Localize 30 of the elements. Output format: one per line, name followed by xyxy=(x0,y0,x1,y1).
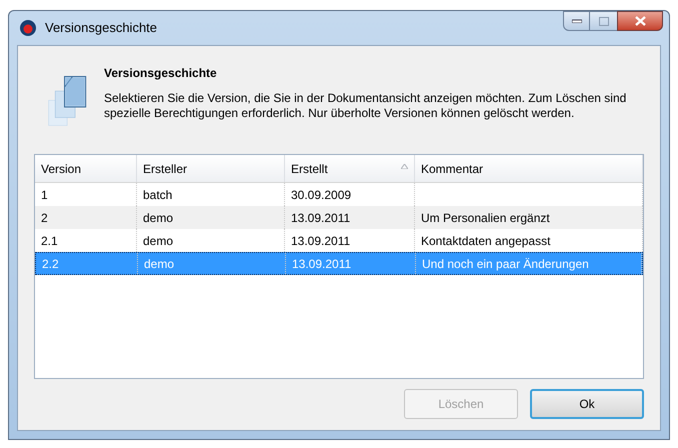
column-header[interactable]: Erstellt xyxy=(285,155,415,182)
minimize-icon xyxy=(572,19,582,23)
table-cell-text: demo xyxy=(143,210,174,226)
column-header[interactable]: Version xyxy=(35,155,137,182)
header-title: Versionsgeschichte xyxy=(104,65,218,82)
table-cell-text: 1 xyxy=(41,186,48,204)
table-cell-text: 2 xyxy=(41,210,48,226)
table-row[interactable]: 2 demo 13.09.2011 Um Personalien ergänzt xyxy=(35,206,643,229)
table-cell-text: Und noch ein paar Änderungen xyxy=(422,256,589,272)
close-button[interactable] xyxy=(617,11,663,31)
ok-button[interactable]: Ok xyxy=(530,389,644,419)
table-cell-text: demo xyxy=(143,232,174,250)
table-cell-text: 13.09.2011 xyxy=(291,210,350,226)
table-cell-text: batch xyxy=(143,186,172,204)
table-cell-text: 2.1 xyxy=(41,232,58,250)
app-icon xyxy=(19,19,37,37)
table-cell-text: Kontaktdaten angepasst xyxy=(421,232,550,250)
column-header[interactable]: Ersteller xyxy=(137,155,285,182)
table-cell-text: 13.09.2011 xyxy=(291,232,350,250)
close-icon xyxy=(634,16,646,26)
table-cell-text: Um Personalien ergänzt xyxy=(421,210,550,226)
column-header[interactable]: Kommentar xyxy=(415,155,643,182)
table-cell-text: 2.2 xyxy=(42,256,59,272)
table-cell-text: demo xyxy=(144,256,174,272)
table-cell-text: 30.09.2009 xyxy=(291,186,352,204)
window-title: Versionsgeschichte xyxy=(45,19,158,38)
header-description: Selektieren Sie die Version, die Sie in der Dokumentansicht anzeigen möchten. Zum Löschen sind spezielle Berechtigungen erforderlich. Nur überholte Versionen können gelöscht werden. xyxy=(104,91,628,121)
minimize-button[interactable] xyxy=(563,11,590,31)
table-cell-text: 13.09.2011 xyxy=(292,256,352,272)
maximize-icon xyxy=(598,16,608,26)
